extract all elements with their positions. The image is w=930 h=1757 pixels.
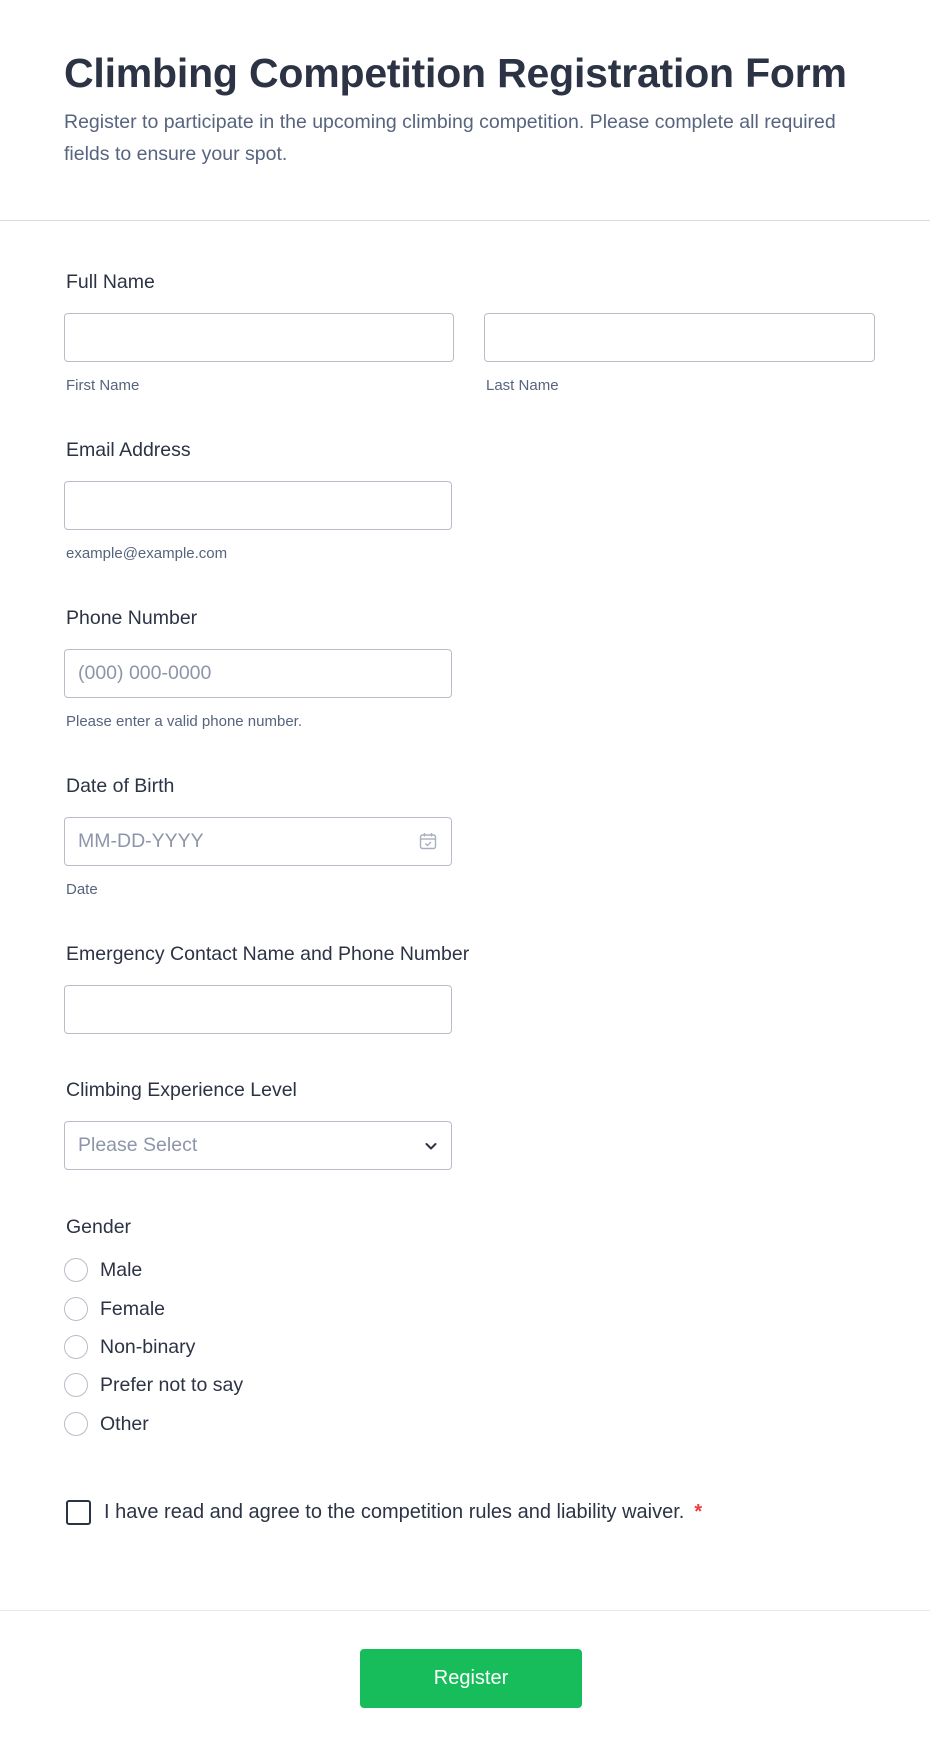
gender-option-label: Prefer not to say (100, 1373, 244, 1396)
dob-field (64, 817, 452, 866)
required-mark: * (694, 1501, 703, 1523)
gender-option-non-binary[interactable]: Non-binary (64, 1334, 195, 1360)
email-input[interactable] (64, 481, 452, 530)
email-sublabel: example@example.com (66, 545, 228, 562)
gender-option-label: Non-binary (100, 1335, 196, 1358)
footer-divider (0, 1610, 930, 1611)
gender-option-female[interactable]: Female (64, 1296, 165, 1322)
gender-option-label: Male (100, 1258, 143, 1281)
register-button[interactable]: Register (360, 1649, 582, 1708)
dob-sublabel: Date (66, 881, 98, 898)
radio-button[interactable] (64, 1297, 88, 1321)
gender-option-prefer-not[interactable]: Prefer not to say (64, 1372, 243, 1398)
gender-option-other[interactable]: Other (64, 1411, 149, 1437)
agreement-label[interactable]: I have read and agree to the competition… (104, 1501, 684, 1524)
gender-option-label: Female (100, 1297, 166, 1320)
form-title: Climbing Competition Registration Form (64, 50, 847, 96)
phone-input[interactable] (64, 649, 452, 698)
phone-sublabel: Please enter a valid phone number. (66, 713, 302, 730)
email-label: Email Address (66, 439, 191, 461)
experience-selected-value: Please Select (78, 1134, 198, 1156)
calendar-icon[interactable] (418, 831, 438, 851)
chevron-down-icon (425, 1143, 437, 1150)
emergency-label: Emergency Contact Name and Phone Number (66, 943, 470, 965)
radio-button[interactable] (64, 1258, 88, 1282)
form-subtitle: Register to participate in the upcoming … (64, 111, 836, 165)
emergency-input[interactable] (64, 985, 452, 1034)
dob-input[interactable] (64, 817, 452, 866)
phone-label: Phone Number (66, 607, 198, 629)
experience-select[interactable]: Please Select (64, 1121, 452, 1170)
last-name-input[interactable] (484, 313, 875, 362)
last-name-sublabel: Last Name (486, 377, 559, 394)
gender-option-male[interactable]: Male (64, 1257, 142, 1283)
agreement-row: I have read and agree to the competition… (66, 1500, 702, 1525)
radio-button[interactable] (64, 1412, 88, 1436)
experience-label: Climbing Experience Level (66, 1079, 297, 1101)
gender-option-label: Other (100, 1412, 149, 1435)
form-header: Climbing Competition Registration Form R… (0, 0, 930, 221)
first-name-input[interactable] (64, 313, 454, 362)
agreement-checkbox[interactable] (66, 1500, 91, 1525)
radio-button[interactable] (64, 1373, 88, 1397)
dob-label: Date of Birth (66, 775, 175, 797)
gender-label: Gender (66, 1216, 132, 1238)
full-name-label: Full Name (66, 271, 155, 293)
radio-button[interactable] (64, 1335, 88, 1359)
first-name-sublabel: First Name (66, 377, 140, 394)
